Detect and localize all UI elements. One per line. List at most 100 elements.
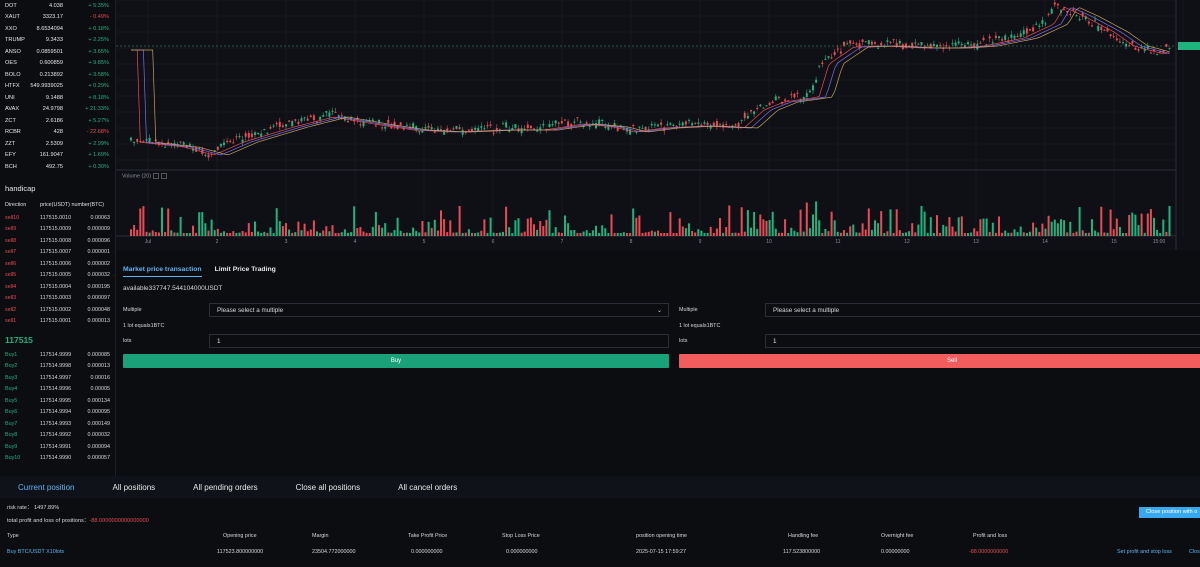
coin-symbol: EFY bbox=[5, 152, 16, 159]
volume-bar bbox=[688, 223, 690, 236]
candle-body bbox=[709, 125, 712, 129]
volume-bar bbox=[948, 217, 951, 236]
coin-list-item[interactable]: BCH 492.75 + 0.30% bbox=[0, 161, 116, 173]
volume-bar bbox=[443, 219, 446, 236]
candle-body bbox=[257, 132, 260, 135]
volume-bar bbox=[582, 231, 585, 236]
volume-bar bbox=[719, 218, 721, 236]
candle-body bbox=[319, 117, 322, 120]
candlestick-chart[interactable]: Jul 2 3 4 5 6 7 8 9 10 11 12 13 14 15 15:00 bbox=[116, 0, 1200, 250]
volume-bar bbox=[427, 221, 430, 236]
coin-list-item[interactable]: DOT 4.038 + 5.35% bbox=[0, 0, 116, 12]
volume-bar bbox=[235, 232, 238, 236]
tab-all-positions[interactable]: All positions bbox=[112, 483, 155, 492]
buy-lots-input[interactable]: 1 bbox=[209, 334, 669, 348]
row-overnight-fee: 0.00000000 bbox=[881, 549, 910, 555]
price-chart[interactable]: Jul 2 3 4 5 6 7 8 9 10 11 12 13 14 15 15:00 Volume (20) bbox=[116, 0, 1200, 250]
volume-bar bbox=[886, 231, 889, 236]
coin-symbol: OES bbox=[5, 60, 17, 67]
tab-all-cancel-orders[interactable]: All cancel orders bbox=[398, 483, 457, 492]
candle-body bbox=[715, 121, 718, 126]
tab-all-pending-orders[interactable]: All pending orders bbox=[193, 483, 257, 492]
x-axis-label: 8 bbox=[630, 239, 633, 245]
settings-icon[interactable] bbox=[153, 173, 160, 179]
order-price: 117514.9990 bbox=[40, 455, 72, 462]
order-level: sell3 bbox=[5, 295, 17, 302]
candle-body bbox=[1075, 15, 1078, 17]
volume-bar bbox=[700, 230, 703, 236]
coin-change: + 0.30% bbox=[88, 163, 109, 170]
candle-body bbox=[644, 126, 647, 131]
volume-bar bbox=[585, 230, 588, 236]
candle-body bbox=[957, 41, 960, 44]
coin-list-item[interactable]: XXO 8.6534094 + 0.18% bbox=[0, 23, 116, 35]
buy-multiple-select[interactable]: Please select a multiple ⌄ bbox=[209, 303, 669, 317]
volume-bar bbox=[340, 232, 343, 236]
candle-body bbox=[892, 39, 895, 41]
candle-body bbox=[548, 123, 551, 128]
coin-change: + 3.58% bbox=[88, 71, 109, 78]
coin-list-item[interactable]: XAUT 3323.17 - 0.49% bbox=[0, 12, 116, 24]
close-link[interactable]: Clos bbox=[1189, 549, 1200, 555]
coin-list-item[interactable]: HTFX 549.9939025 + 0.29% bbox=[0, 81, 116, 93]
coin-list-item[interactable]: AVAX 24.9798 + 21.33% bbox=[0, 104, 116, 116]
volume-bar bbox=[979, 219, 982, 236]
volume-bar bbox=[1087, 232, 1090, 236]
coin-list-item[interactable]: RCBR 428 - 22.68% bbox=[0, 127, 116, 139]
volume-bar bbox=[1156, 229, 1159, 236]
sell-button[interactable]: Sell bbox=[679, 354, 1200, 368]
candle-body bbox=[573, 121, 576, 123]
close-position-button[interactable]: Close position with o bbox=[1139, 507, 1200, 518]
volume-bar bbox=[210, 219, 213, 236]
candle-body bbox=[604, 126, 607, 128]
candle-body bbox=[932, 43, 935, 46]
coin-change: + 2.99% bbox=[88, 140, 109, 147]
coin-symbol: RCBR bbox=[5, 129, 21, 136]
volume-bar bbox=[275, 208, 278, 236]
coin-list-item[interactable]: ZCT 2.6186 + 5.27% bbox=[0, 115, 116, 127]
coin-list-item[interactable]: UNI 9.1488 + 8.18% bbox=[0, 92, 116, 104]
order-price: 117514.9996 bbox=[40, 386, 72, 393]
close-icon[interactable] bbox=[161, 173, 168, 179]
coin-list-item[interactable]: BOLO 0.213892 + 3.58% bbox=[0, 69, 116, 81]
volume-bar bbox=[381, 227, 384, 236]
positions-panel: Current position All positions All pendi… bbox=[0, 476, 1200, 567]
coin-list-item[interactable]: OES 0.600859 + 9.85% bbox=[0, 58, 116, 70]
volume-bar bbox=[517, 218, 520, 236]
order-price: 117515.0004 bbox=[40, 283, 72, 290]
candle-body bbox=[1044, 23, 1047, 25]
volume-bar bbox=[799, 209, 802, 236]
volume-bar bbox=[337, 232, 340, 236]
candle-body bbox=[223, 142, 225, 146]
candle-body bbox=[877, 47, 880, 49]
volume-bar bbox=[415, 231, 418, 236]
col-open-time: position opening time bbox=[636, 533, 687, 539]
tab-limit-price[interactable]: Limit Price Trading bbox=[215, 266, 276, 277]
candle-body bbox=[1078, 19, 1081, 21]
volume-bar bbox=[328, 231, 331, 236]
volume-bar bbox=[641, 232, 644, 236]
coin-list-item[interactable]: EFY 161.9047 + 1.69% bbox=[0, 150, 116, 162]
tab-close-all-positions[interactable]: Close all positions bbox=[296, 483, 360, 492]
set-profit-stop-loss-link[interactable]: Set profit and stop loss bbox=[1117, 549, 1172, 555]
candle-body bbox=[1134, 47, 1137, 50]
coin-list-item[interactable]: ZZT 2.5309 + 2.99% bbox=[0, 138, 116, 150]
coin-list-item[interactable]: TRUMP 9.3433 + 2.25% bbox=[0, 35, 116, 47]
candle-body bbox=[130, 137, 132, 141]
volume-bar bbox=[672, 232, 675, 236]
sell-multiple-select[interactable]: Please select a multiple bbox=[765, 303, 1200, 317]
candle-body bbox=[743, 112, 746, 119]
coin-symbol: ANSO bbox=[5, 48, 21, 55]
sell-lots-input[interactable]: 1 bbox=[765, 334, 1200, 348]
candle-body bbox=[1013, 35, 1016, 39]
candle-body bbox=[474, 127, 477, 130]
volume-bar bbox=[777, 232, 780, 236]
volume-bar bbox=[963, 232, 966, 236]
tab-current-position[interactable]: Current position bbox=[18, 483, 74, 492]
buy-button[interactable]: Buy bbox=[123, 354, 669, 368]
volume-bar bbox=[960, 216, 963, 236]
tab-market-price[interactable]: Market price transaction bbox=[123, 266, 202, 277]
coin-list-item[interactable]: ANSO 0.0859501 + 3.65% bbox=[0, 46, 116, 58]
volume-bar bbox=[542, 226, 545, 236]
candle-body bbox=[849, 40, 852, 44]
